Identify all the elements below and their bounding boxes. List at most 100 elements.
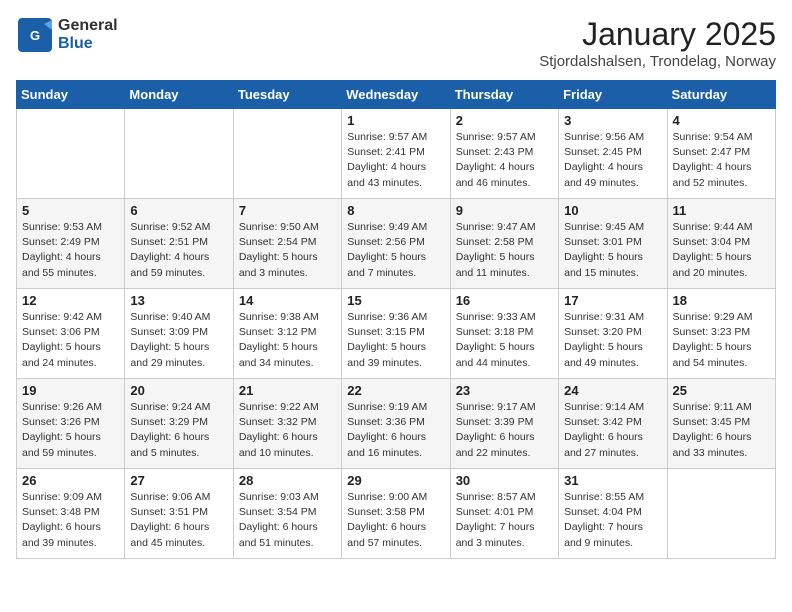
day-number: 30: [456, 473, 553, 488]
calendar-cell: 8 Sunrise: 9:49 AM Sunset: 2:56 PM Daylig…: [342, 199, 450, 289]
logo-general: General: [58, 17, 118, 35]
calendar-week-row: 5Sunrise: 9:53 AM Sunset: 2:49 PM Daylig…: [17, 199, 776, 289]
day-info: Sunrise: 9:24 AM Sunset: 3:29 PM Dayligh…: [130, 400, 227, 461]
day-info: Sunrise: 9:14 AM Sunset: 3:42 PM Dayligh…: [564, 400, 661, 461]
day-info: Sunrise: 9:45 AM Sunset: 3:01 PM Dayligh…: [564, 220, 661, 281]
day-info: Sunrise: 9:49 AM Sunset: 2:56 PM Dayligh…: [347, 220, 444, 281]
day-number: 26: [22, 473, 119, 488]
day-number: 19: [22, 383, 119, 398]
calendar-cell: 29 Sunrise: 9:00 AM Sunset: 3:58 PM Dayli…: [342, 469, 450, 559]
day-number: 5: [22, 203, 119, 218]
day-number: 8: [347, 203, 444, 218]
calendar-cell: 28 Sunrise: 9:03 AM Sunset: 3:54 PM Dayli…: [233, 469, 341, 559]
day-number: 12: [22, 293, 119, 308]
day-number: 22: [347, 383, 444, 398]
day-number: 15: [347, 293, 444, 308]
calendar-cell: 12 Sunrise: 9:42 AM Sunset: 3:06 PM Dayli…: [17, 289, 125, 379]
day-number: 16: [456, 293, 553, 308]
calendar-cell: 20 Sunrise: 9:24 AM Sunset: 3:29 PM Dayli…: [125, 379, 233, 469]
calendar-cell: [125, 109, 233, 199]
day-info: Sunrise: 9:31 AM Sunset: 3:20 PM Dayligh…: [564, 310, 661, 371]
logo: G General Blue: [16, 16, 118, 54]
calendar-cell: 17 Sunrise: 9:31 AM Sunset: 3:20 PM Dayli…: [559, 289, 667, 379]
calendar-cell: 27 Sunrise: 9:06 AM Sunset: 3:51 PM Dayli…: [125, 469, 233, 559]
day-info: Sunrise: 8:55 AM Sunset: 4:04 PM Dayligh…: [564, 490, 661, 551]
weekday-header: Sunday: [17, 81, 125, 109]
day-info: Sunrise: 9:36 AM Sunset: 3:15 PM Dayligh…: [347, 310, 444, 371]
day-info: Sunrise: 9:52 AM Sunset: 2:51 PM Dayligh…: [130, 220, 227, 281]
location-title: Stjordalshalsen, Trondelag, Norway: [539, 53, 776, 70]
day-info: Sunrise: 9:19 AM Sunset: 3:36 PM Dayligh…: [347, 400, 444, 461]
day-info: Sunrise: 9:11 AM Sunset: 3:45 PM Dayligh…: [673, 400, 770, 461]
weekday-header: Thursday: [450, 81, 558, 109]
day-number: 20: [130, 383, 227, 398]
calendar-week-row: 26Sunrise: 9:09 AM Sunset: 3:48 PM Dayli…: [17, 469, 776, 559]
calendar-cell: 6 Sunrise: 9:52 AM Sunset: 2:51 PM Daylig…: [125, 199, 233, 289]
day-info: Sunrise: 9:56 AM Sunset: 2:45 PM Dayligh…: [564, 130, 661, 191]
day-number: 24: [564, 383, 661, 398]
svg-text:G: G: [30, 28, 40, 43]
logo-blue: Blue: [58, 35, 118, 53]
day-number: 3: [564, 113, 661, 128]
day-number: 11: [673, 203, 770, 218]
day-info: Sunrise: 9:26 AM Sunset: 3:26 PM Dayligh…: [22, 400, 119, 461]
calendar-cell: 22 Sunrise: 9:19 AM Sunset: 3:36 PM Dayli…: [342, 379, 450, 469]
weekday-header: Tuesday: [233, 81, 341, 109]
day-info: Sunrise: 9:40 AM Sunset: 3:09 PM Dayligh…: [130, 310, 227, 371]
day-number: 6: [130, 203, 227, 218]
calendar-cell: 15 Sunrise: 9:36 AM Sunset: 3:15 PM Dayli…: [342, 289, 450, 379]
day-info: Sunrise: 9:06 AM Sunset: 3:51 PM Dayligh…: [130, 490, 227, 551]
day-number: 10: [564, 203, 661, 218]
day-info: Sunrise: 9:38 AM Sunset: 3:12 PM Dayligh…: [239, 310, 336, 371]
day-number: 18: [673, 293, 770, 308]
calendar-header-row: SundayMondayTuesdayWednesdayThursdayFrid…: [17, 81, 776, 109]
calendar-cell: 4Sunrise: 9:54 AM Sunset: 2:47 PM Daylig…: [667, 109, 775, 199]
month-title: January 2025: [539, 16, 776, 53]
day-number: 28: [239, 473, 336, 488]
calendar-cell: 2Sunrise: 9:57 AM Sunset: 2:43 PM Daylig…: [450, 109, 558, 199]
day-number: 29: [347, 473, 444, 488]
day-info: Sunrise: 9:03 AM Sunset: 3:54 PM Dayligh…: [239, 490, 336, 551]
calendar-cell: 24 Sunrise: 9:14 AM Sunset: 3:42 PM Dayli…: [559, 379, 667, 469]
calendar-week-row: 19 Sunrise: 9:26 AM Sunset: 3:26 PM Dayli…: [17, 379, 776, 469]
calendar-cell: 25 Sunrise: 9:11 AM Sunset: 3:45 PM Dayli…: [667, 379, 775, 469]
day-number: 9: [456, 203, 553, 218]
weekday-header: Wednesday: [342, 81, 450, 109]
calendar-cell: 13Sunrise: 9:40 AM Sunset: 3:09 PM Dayli…: [125, 289, 233, 379]
calendar-cell: 16 Sunrise: 9:33 AM Sunset: 3:18 PM Dayli…: [450, 289, 558, 379]
day-info: Sunrise: 9:57 AM Sunset: 2:43 PM Dayligh…: [456, 130, 553, 191]
day-number: 25: [673, 383, 770, 398]
calendar-week-row: 1Sunrise: 9:57 AM Sunset: 2:41 PM Daylig…: [17, 109, 776, 199]
day-info: Sunrise: 9:44 AM Sunset: 3:04 PM Dayligh…: [673, 220, 770, 281]
day-number: 1: [347, 113, 444, 128]
day-info: Sunrise: 8:57 AM Sunset: 4:01 PM Dayligh…: [456, 490, 553, 551]
day-number: 27: [130, 473, 227, 488]
calendar-cell: 21 Sunrise: 9:22 AM Sunset: 3:32 PM Dayli…: [233, 379, 341, 469]
page-header: G General Blue January 2025 Stjordalshal…: [16, 16, 776, 70]
calendar-cell: 3 Sunrise: 9:56 AM Sunset: 2:45 PM Daylig…: [559, 109, 667, 199]
day-info: Sunrise: 9:47 AM Sunset: 2:58 PM Dayligh…: [456, 220, 553, 281]
calendar-cell: 19 Sunrise: 9:26 AM Sunset: 3:26 PM Dayli…: [17, 379, 125, 469]
calendar-cell: 11 Sunrise: 9:44 AM Sunset: 3:04 PM Dayli…: [667, 199, 775, 289]
day-info: Sunrise: 9:00 AM Sunset: 3:58 PM Dayligh…: [347, 490, 444, 551]
calendar-cell: 26Sunrise: 9:09 AM Sunset: 3:48 PM Dayli…: [17, 469, 125, 559]
day-info: Sunrise: 9:50 AM Sunset: 2:54 PM Dayligh…: [239, 220, 336, 281]
day-info: Sunrise: 9:22 AM Sunset: 3:32 PM Dayligh…: [239, 400, 336, 461]
calendar-cell: 7 Sunrise: 9:50 AM Sunset: 2:54 PM Daylig…: [233, 199, 341, 289]
calendar-cell: 9 Sunrise: 9:47 AM Sunset: 2:58 PM Daylig…: [450, 199, 558, 289]
calendar-cell: 1Sunrise: 9:57 AM Sunset: 2:41 PM Daylig…: [342, 109, 450, 199]
calendar-cell: 23Sunrise: 9:17 AM Sunset: 3:39 PM Dayli…: [450, 379, 558, 469]
calendar-cell: [17, 109, 125, 199]
day-info: Sunrise: 9:42 AM Sunset: 3:06 PM Dayligh…: [22, 310, 119, 371]
day-number: 23: [456, 383, 553, 398]
calendar-cell: 10 Sunrise: 9:45 AM Sunset: 3:01 PM Dayli…: [559, 199, 667, 289]
day-info: Sunrise: 9:33 AM Sunset: 3:18 PM Dayligh…: [456, 310, 553, 371]
day-number: 31: [564, 473, 661, 488]
day-number: 14: [239, 293, 336, 308]
day-info: Sunrise: 9:29 AM Sunset: 3:23 PM Dayligh…: [673, 310, 770, 371]
day-number: 7: [239, 203, 336, 218]
calendar-cell: 5Sunrise: 9:53 AM Sunset: 2:49 PM Daylig…: [17, 199, 125, 289]
day-number: 21: [239, 383, 336, 398]
day-number: 17: [564, 293, 661, 308]
calendar-week-row: 12 Sunrise: 9:42 AM Sunset: 3:06 PM Dayli…: [17, 289, 776, 379]
